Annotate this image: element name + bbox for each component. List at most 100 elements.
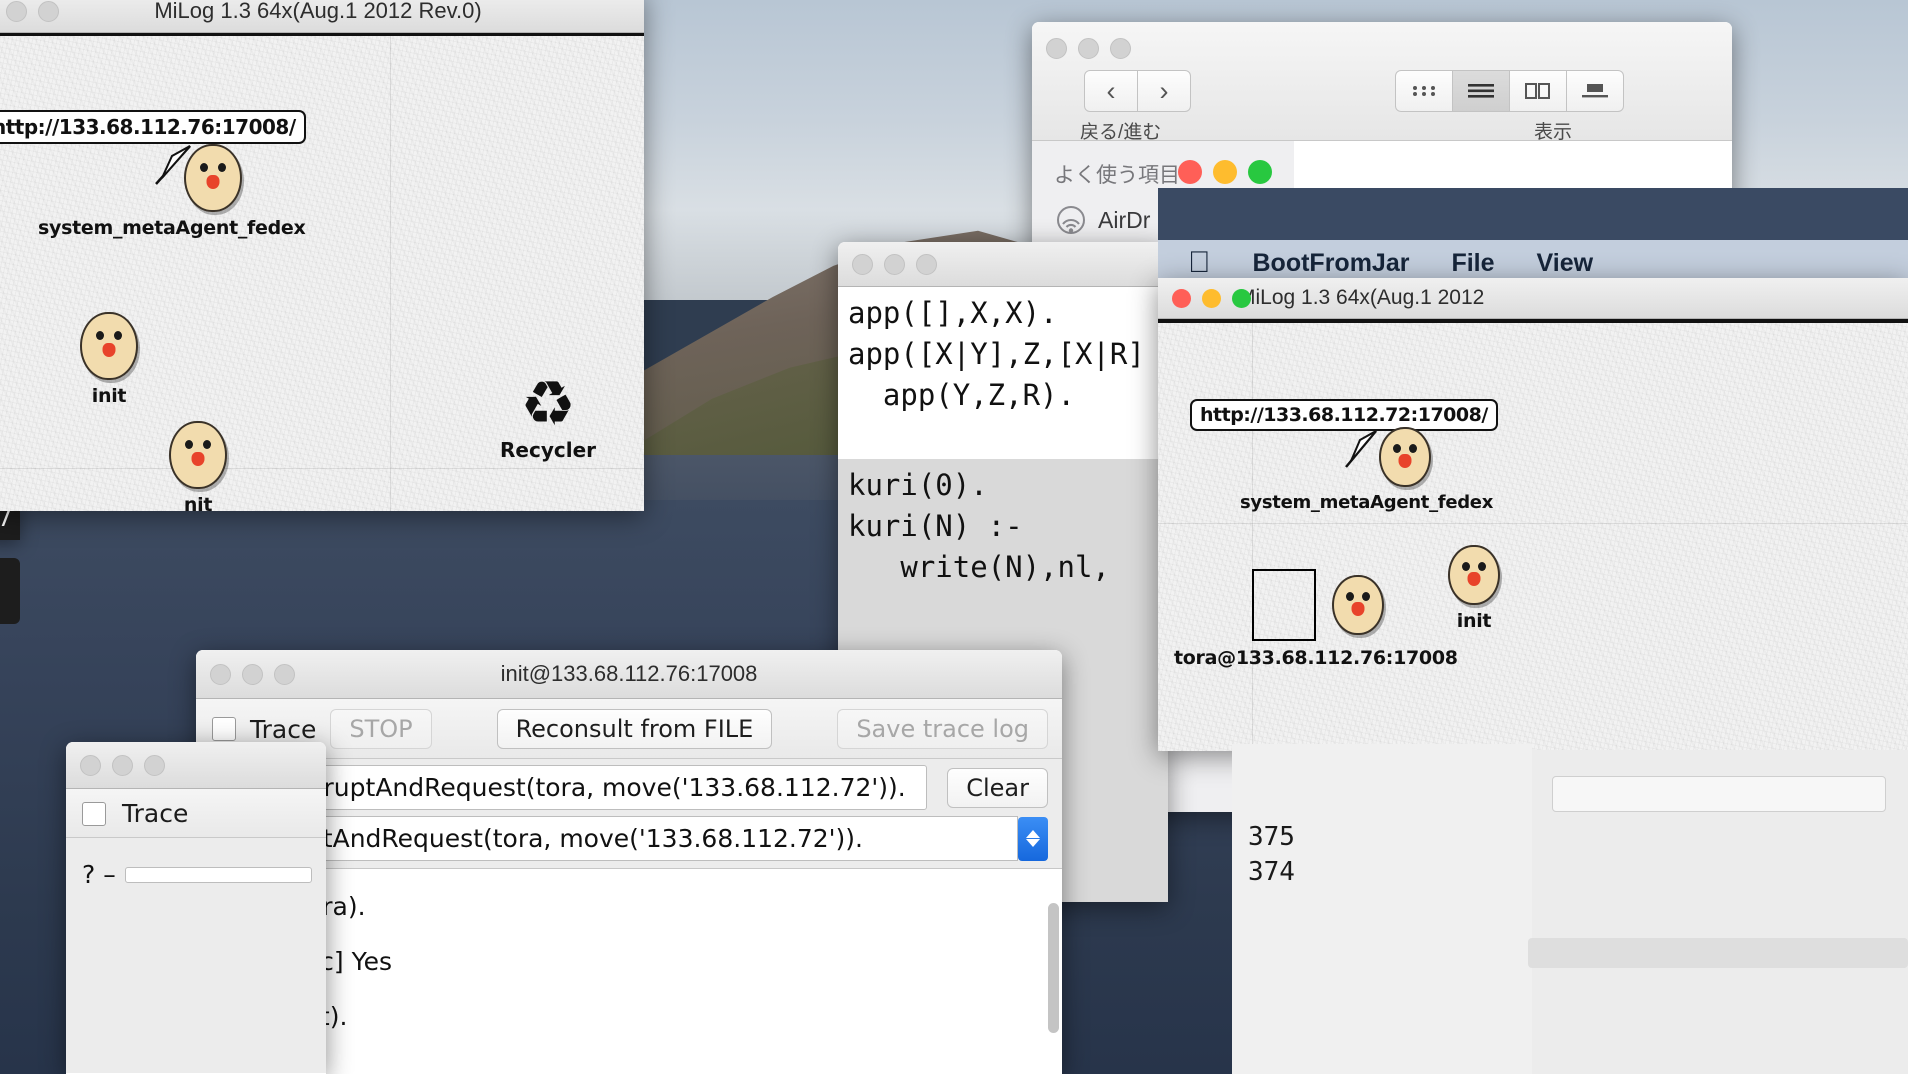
agent-face-icon [183, 144, 242, 212]
pane-grid-hline [0, 468, 644, 469]
list-view-button[interactable] [1453, 70, 1510, 112]
minimize-button[interactable] [884, 253, 905, 275]
agent-eye-left [96, 331, 104, 340]
milog-second-window[interactable]: MiLog 1.3 64x(Aug.1 2012 http://133.68.1… [1158, 278, 1908, 751]
minimize-button[interactable] [38, 0, 59, 22]
milog-second-titlebar[interactable]: MiLog 1.3 64x(Aug.1 2012 [1158, 278, 1908, 319]
cover-flow-button[interactable] [1567, 70, 1624, 112]
agent-eye-left [185, 440, 193, 449]
second-console-toolbar[interactable]: Trace [66, 789, 326, 838]
trace-checkbox[interactable] [82, 801, 106, 826]
right-panel-number-list: 375 374 [1248, 820, 1295, 890]
recycler-item[interactable]: ♻ Recycler [500, 374, 596, 463]
maximize-button[interactable] [916, 253, 937, 275]
console-scrollbar-thumb[interactable] [1048, 902, 1059, 1034]
reconsult-from-file-button[interactable]: Reconsult from FILE [496, 709, 773, 749]
pane-grid-vline [1252, 323, 1253, 751]
apple-logo-icon[interactable]:  [1188, 246, 1211, 280]
column-view-button[interactable] [1510, 70, 1567, 112]
agent-init[interactable]: init [80, 312, 138, 407]
finder-nav-label: 戻る/進む [1080, 122, 1162, 143]
menu-item-view[interactable]: View [1537, 249, 1594, 278]
milog-second-window-controls[interactable] [1158, 288, 1251, 308]
close-button[interactable] [210, 663, 231, 685]
query-input[interactable]: interruptAndRequest(tora, move('133.68.1… [254, 765, 928, 810]
right-panel-field[interactable] [1552, 776, 1886, 812]
close-button[interactable] [852, 253, 873, 275]
menubar-backdrop [1158, 188, 1908, 248]
prolog-code-block-2[interactable]: kuri(0). kuri(N) :- write(N),nl, [838, 459, 1168, 621]
menu-item-bootfromjar[interactable]: BootFromJar [1253, 249, 1410, 278]
save-trace-log-button[interactable]: Save trace log [837, 709, 1049, 749]
finder-window-controls[interactable] [1032, 38, 1131, 59]
icon-view-icon [1413, 86, 1435, 96]
finder-toolbar: ‹ › 戻る/進む 表示 [1032, 22, 1732, 143]
maximize-button[interactable] [1232, 288, 1251, 308]
agent-tora[interactable]: tora@133.68.112.76:17008 [1174, 569, 1458, 669]
agent-system-metaagent-fedex[interactable]: system_metaAgent_fedex [38, 144, 306, 239]
minimize-button[interactable] [1213, 160, 1237, 184]
stepper-down-icon[interactable] [1026, 839, 1040, 847]
menu-item-file[interactable]: File [1451, 249, 1494, 278]
icon-view-button[interactable] [1395, 70, 1453, 112]
agent-label: tora@133.68.112.76:17008 [1174, 647, 1458, 669]
milog-second-agent-pane[interactable]: http://133.68.112.72:17008/ system_metaA… [1158, 323, 1908, 751]
pane-grid-hline [1158, 523, 1908, 524]
pane-grid-vline [390, 36, 391, 511]
minimize-button[interactable] [1202, 288, 1221, 308]
maximize-button[interactable] [1110, 38, 1131, 59]
maximize-button[interactable] [274, 663, 295, 685]
query-history-combobox[interactable]: interruptAndRequest(tora, move('133.68.1… [212, 816, 1018, 861]
clear-button[interactable]: Clear [947, 767, 1048, 808]
finder-view-label: 表示 [1533, 122, 1572, 143]
finder-view-buttons[interactable] [1395, 70, 1624, 112]
agent-url-balloon: http://133.68.112.76:17008/ [0, 110, 306, 144]
cover-flow-icon [1582, 84, 1608, 98]
agent-system-metaagent-fedex[interactable]: system_metaAgent_fedex [1240, 427, 1493, 513]
agent-console-titlebar[interactable]: init@133.68.112.76:17008 [196, 650, 1062, 699]
agent-eye-right [217, 163, 226, 172]
stepper-up-icon[interactable] [1026, 830, 1040, 838]
prolog-window-controls[interactable] [838, 253, 937, 275]
prolog-code-gap [838, 447, 1168, 459]
query-prompt: ? – [82, 860, 116, 889]
close-button[interactable] [6, 0, 27, 22]
close-button[interactable] [1172, 288, 1191, 308]
agent-label: nit [183, 494, 213, 511]
second-console-titlebar[interactable] [66, 742, 326, 789]
query-history-stepper[interactable] [1018, 816, 1048, 861]
agent-console-window-controls[interactable] [196, 663, 295, 685]
second-console-body [66, 893, 326, 1073]
second-query-row[interactable]: ? – [66, 838, 326, 893]
agent-beak [1351, 602, 1365, 616]
right-panel-left-strip [1232, 744, 1532, 1074]
second-console-window[interactable]: Trace ? – [66, 742, 326, 1074]
left-edge-bar [0, 558, 20, 624]
maximize-button[interactable] [144, 754, 165, 776]
close-button[interactable] [1046, 38, 1067, 59]
query-input[interactable] [124, 866, 312, 883]
stop-button[interactable]: STOP [330, 709, 432, 749]
agent-nit[interactable]: nit [169, 421, 227, 511]
console-scrollbar[interactable] [1048, 875, 1059, 1073]
minimize-button[interactable] [242, 663, 263, 685]
milog-main-window-controls[interactable] [0, 0, 59, 22]
prolog-code-block-1[interactable]: app([],X,X). app([X|Y],Z,[X|R] app(Y,Z,R… [838, 287, 1168, 447]
second-console-window-controls[interactable] [66, 754, 165, 776]
bootfromjar-window-controls[interactable] [1164, 160, 1272, 184]
finder-nav-buttons[interactable]: ‹ › [1084, 70, 1191, 112]
close-button[interactable] [1178, 160, 1202, 184]
minimize-button[interactable] [1078, 38, 1099, 59]
milog-main-titlebar[interactable]: MiLog 1.3 64x(Aug.1 2012 Rev.0) [0, 0, 644, 33]
forward-button[interactable]: › [1138, 70, 1191, 112]
prolog-source-titlebar[interactable] [838, 242, 1168, 287]
milog-main-agent-pane[interactable]: http://133.68.112.76:17008/ system_metaA… [0, 36, 644, 511]
right-panel-scroll-strip[interactable] [1528, 938, 1908, 968]
right-panel[interactable] [1530, 750, 1908, 1074]
trace-checkbox[interactable] [212, 717, 236, 741]
close-button[interactable] [80, 754, 101, 776]
milog-main-window[interactable]: MiLog 1.3 64x(Aug.1 2012 Rev.0) http://1… [0, 0, 644, 511]
maximize-button[interactable] [1248, 160, 1272, 184]
minimize-button[interactable] [112, 754, 133, 776]
back-button[interactable]: ‹ [1084, 70, 1138, 112]
